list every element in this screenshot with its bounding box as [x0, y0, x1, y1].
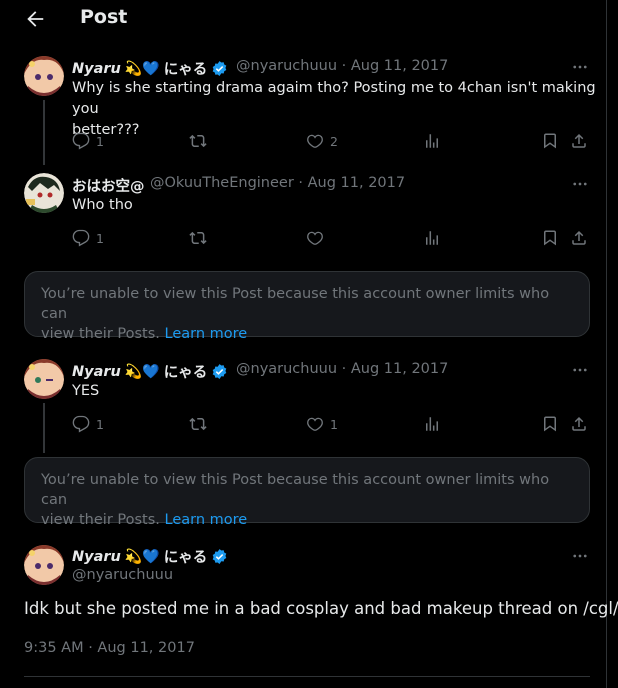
reply-button[interactable]: 1 [72, 132, 104, 150]
bookmark-icon [544, 133, 556, 149]
notice-text: You’re unable to view this Post because … [41, 286, 550, 322]
back-arrow-icon[interactable] [24, 8, 46, 30]
views-icon [426, 231, 438, 245]
reply-button[interactable]: 1 [72, 415, 104, 433]
name-emojis: 💫💙 [124, 548, 160, 565]
name-emojis: 💫💙 [124, 363, 160, 380]
share-button[interactable] [570, 415, 588, 433]
reply-icon [72, 229, 90, 247]
display-name: おはお空@ [72, 179, 145, 195]
like-icon [307, 231, 323, 245]
page-title: Post [80, 6, 128, 28]
more-icon[interactable] [571, 58, 589, 76]
post-text: YES [72, 383, 100, 399]
author-name[interactable]: Nyaru 💫💙 にゃる [72, 58, 228, 79]
author-name[interactable]: Nyaru 💫💙 にゃる [72, 361, 228, 382]
divider [24, 676, 590, 677]
author-handle[interactable]: @nyaruchuuu [72, 567, 173, 583]
repost-icon [189, 417, 207, 431]
post-thread-column: Post Nyaru 💫💙 にゃる @nyaruchuuu · Aug 11, … [0, 0, 618, 688]
post-text-line: Why is she starting drama agaim tho? Pos… [72, 80, 596, 117]
notice-text: You’re unable to view this Post because … [41, 472, 550, 508]
learn-more-link[interactable]: Learn more [165, 512, 248, 528]
bookmark-icon [544, 416, 556, 432]
avatar[interactable] [24, 359, 64, 399]
notice-text: view their Posts. [41, 512, 160, 528]
author-name[interactable]: おはお空@ [72, 175, 145, 196]
handle-and-date[interactable]: @nyaruchuuu · Aug 11, 2017 [236, 58, 448, 74]
post-timestamp[interactable]: 9:35 AM · Aug 11, 2017 [24, 640, 195, 656]
bookmark-icon [544, 230, 556, 246]
share-icon [572, 416, 586, 431]
avatar[interactable] [24, 56, 64, 96]
share-button[interactable] [570, 229, 588, 247]
avatar[interactable] [24, 173, 64, 213]
repost-icon [189, 134, 207, 148]
repost-icon [189, 231, 207, 245]
like-count: 2 [330, 133, 338, 149]
repost-button[interactable] [189, 415, 207, 433]
bookmark-button[interactable] [541, 415, 559, 433]
like-icon [307, 134, 323, 148]
like-count: 1 [330, 416, 338, 432]
post-text: Who tho [72, 197, 133, 213]
display-name: Nyaru [72, 548, 121, 565]
author-name[interactable]: Nyaru 💫💙 にゃる [72, 546, 228, 567]
avatar[interactable] [24, 545, 64, 585]
post-actions: 1 [72, 229, 592, 249]
display-name: Nyaru [72, 60, 121, 77]
share-icon [572, 133, 586, 148]
repost-button[interactable] [189, 229, 207, 247]
display-name: Nyaru [72, 363, 121, 380]
limited-post-notice: You’re unable to view this Post because … [24, 457, 590, 528]
views-button[interactable] [423, 132, 441, 150]
verified-badge-icon [212, 364, 227, 379]
more-icon[interactable] [571, 361, 589, 379]
main-post-text: Idk but she posted me in a bad cosplay a… [24, 599, 618, 618]
reply-count: 1 [96, 230, 104, 246]
share-button[interactable] [570, 132, 588, 150]
header-bar: Post [0, 0, 606, 38]
more-icon[interactable] [571, 547, 589, 565]
post-actions: 1 2 [72, 132, 592, 152]
limited-post-notice: You’re unable to view this Post because … [24, 271, 590, 342]
verified-badge-icon [212, 549, 227, 564]
reply-count: 1 [96, 416, 104, 432]
views-icon [426, 134, 438, 148]
learn-more-link[interactable]: Learn more [165, 326, 248, 342]
thread-line [43, 403, 45, 453]
like-button[interactable]: 2 [306, 132, 338, 150]
views-icon [426, 417, 438, 431]
bookmark-button[interactable] [541, 229, 559, 247]
views-button[interactable] [423, 415, 441, 433]
views-button[interactable] [423, 229, 441, 247]
thread-line [43, 100, 45, 165]
more-icon[interactable] [571, 175, 589, 193]
name-japanese: にゃる [163, 365, 208, 381]
reply-icon [72, 415, 90, 433]
like-button[interactable] [306, 229, 324, 247]
handle-and-date[interactable]: @OkuuTheEngineer · Aug 11, 2017 [150, 175, 405, 191]
repost-button[interactable] [189, 132, 207, 150]
notice-text: view their Posts. [41, 326, 160, 342]
name-japanese: にゃる [163, 62, 208, 78]
handle-and-date[interactable]: @nyaruchuuu · Aug 11, 2017 [236, 361, 448, 377]
post-actions: 1 1 [72, 415, 592, 435]
bookmark-button[interactable] [541, 132, 559, 150]
name-emojis: 💫💙 [124, 60, 160, 77]
like-button[interactable]: 1 [306, 415, 338, 433]
reply-button[interactable]: 1 [72, 229, 104, 247]
like-icon [307, 417, 323, 431]
name-japanese: にゃる [163, 550, 208, 566]
reply-icon [72, 132, 90, 150]
share-icon [572, 230, 586, 245]
reply-count: 1 [96, 133, 104, 149]
verified-badge-icon [212, 61, 227, 76]
